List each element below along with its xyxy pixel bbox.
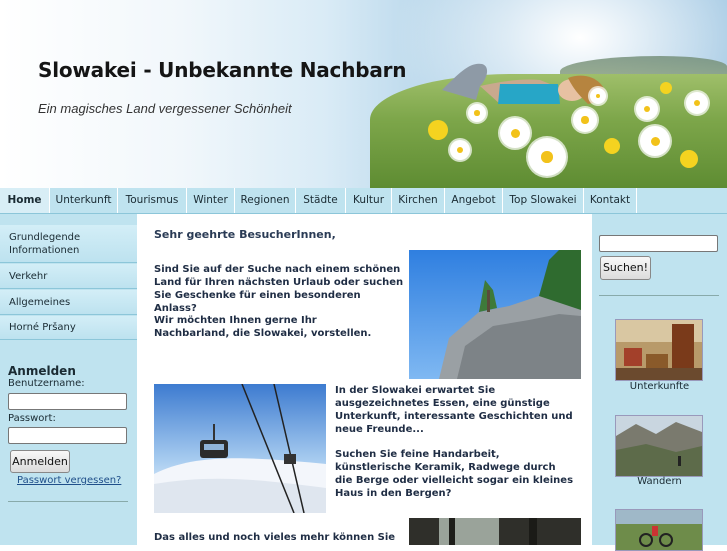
sidebar-item-grundlegende-informationen[interactable]: Grundlegende Informationen: [0, 225, 137, 263]
thumb-unterkunfte-image[interactable]: [615, 319, 703, 381]
nav-kontakt[interactable]: Kontakt: [584, 188, 637, 213]
nav-winter[interactable]: Winter: [187, 188, 235, 213]
thumb-wandern-caption[interactable]: Wandern: [592, 476, 727, 487]
thumb-wandern-image[interactable]: [615, 415, 703, 477]
daisy-decoration: [573, 108, 597, 132]
daisy-decoration: [640, 126, 670, 156]
nav-angebot[interactable]: Angebot: [445, 188, 503, 213]
daisy-decoration: [450, 140, 470, 160]
site-subtitle: Ein magisches Land vergessener Schönheit: [38, 101, 292, 116]
nav-kultur[interactable]: Kultur: [346, 188, 392, 213]
site-title: Slowakei - Unbekannte Nachbarn: [38, 58, 407, 82]
nav-staedte[interactable]: Städte: [296, 188, 346, 213]
password-label: Passwort:: [8, 413, 56, 424]
nav-home[interactable]: Home: [0, 188, 50, 213]
forgot-password-link[interactable]: Passwort vergessen?: [17, 475, 121, 486]
sidebar-item-allgemeines[interactable]: Allgemeines: [0, 290, 137, 315]
daisy-decoration: [686, 92, 708, 114]
login-button[interactable]: Anmelden: [10, 450, 70, 473]
closing-paragraph: Das alles und noch vieles mehr können Si…: [154, 532, 396, 543]
password-field[interactable]: [8, 427, 127, 444]
thumb-unterkunfte-caption[interactable]: Unterkunfte: [592, 381, 727, 392]
header-woman-figure: [442, 63, 607, 104]
intro-paragraph-2: Wir möchten Ihnen gerne Ihr Nachbarland,…: [154, 315, 372, 339]
search-input[interactable]: [599, 235, 718, 252]
login-title: Anmelden: [8, 364, 76, 378]
greeting-heading: Sehr geehrte BesucherInnen,: [154, 228, 336, 241]
yellow-flower-decoration: [680, 150, 698, 168]
intro-paragraph: Sind Sie auf der Suche nach einem schöne…: [154, 264, 404, 314]
sidebar-item-verkehr[interactable]: Verkehr: [0, 264, 137, 289]
right-sidebar: Suchen! Unterkunfte Wandern: [592, 214, 727, 551]
main-content: Sehr geehrte BesucherInnen, Sind Sie auf…: [137, 214, 592, 545]
daisy-decoration: [528, 138, 566, 176]
sidebar-item-horne-prsany[interactable]: Horné Pršany: [0, 316, 137, 340]
sidebar-divider: [8, 501, 128, 502]
nav-unterkunft[interactable]: Unterkunft: [50, 188, 118, 213]
yellow-flower-decoration: [428, 120, 448, 140]
search-divider: [599, 295, 719, 296]
daisy-decoration: [468, 104, 486, 122]
yellow-flower-decoration: [660, 82, 672, 94]
nav-regionen[interactable]: Regionen: [235, 188, 296, 213]
mountain-rock-photo: [409, 250, 581, 379]
daisy-decoration: [590, 88, 606, 104]
main-navigation: Home Unterkunft Tourismus Winter Regione…: [0, 188, 727, 214]
yellow-flower-decoration: [604, 138, 620, 154]
site-header: Slowakei - Unbekannte Nachbarn Ein magis…: [0, 0, 727, 188]
nav-top-slowakei[interactable]: Top Slowakei: [503, 188, 584, 213]
forest-photo: [409, 518, 581, 545]
daisy-decoration: [500, 118, 530, 148]
nav-kirchen[interactable]: Kirchen: [392, 188, 445, 213]
search-button[interactable]: Suchen!: [600, 256, 651, 280]
username-field[interactable]: [8, 393, 127, 410]
crafts-paragraph: Suchen Sie feine Handarbeit, künstlerisc…: [335, 449, 574, 499]
ski-lift-photo: [154, 384, 326, 513]
nav-tourismus[interactable]: Tourismus: [118, 188, 187, 213]
daisy-decoration: [636, 98, 658, 120]
username-label: Benutzername:: [8, 378, 85, 389]
offer-paragraph: In der Slowakei erwartet Sie ausgezeichn…: [335, 385, 573, 435]
